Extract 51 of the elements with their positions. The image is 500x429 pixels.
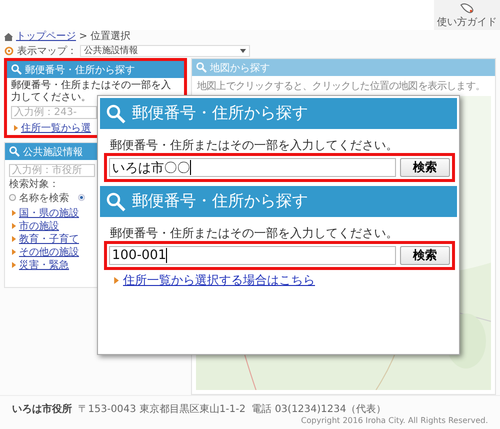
category-link[interactable]: 市の施設 (19, 218, 59, 232)
guide-button[interactable]: 使い方ガイド (434, 0, 500, 30)
breadcrumb-current: 位置選択 (90, 30, 130, 43)
arrow-bullet-icon (12, 262, 16, 268)
office-name: いろは市役所 (12, 402, 72, 416)
search-field[interactable]: 入力例：243- (11, 106, 97, 119)
address-list-link[interactable]: 住所一覧から選択する場合はこちら (123, 272, 315, 289)
office-phone: 電話 03(1234)1234（代表） (252, 402, 386, 416)
copyright-text: Copyright 2016 Iroha City. All Rights Reserved. (300, 416, 488, 424)
arrow-bullet-icon (12, 222, 16, 228)
search-icon (106, 192, 126, 212)
address-list-link[interactable]: 住所一覧から選 (21, 120, 91, 134)
category-link[interactable]: 国・県の施設 (19, 206, 79, 220)
radio-button[interactable] (78, 194, 85, 201)
search-target-label: 検索対象： (9, 179, 60, 191)
panel-title: 公共施設情報 (23, 146, 83, 158)
map-select-label: 表示マップ： (17, 44, 77, 58)
radio-label: 名称を検索 (19, 192, 69, 204)
mouse-icon (459, 2, 475, 14)
arrow-bullet-icon (12, 248, 16, 254)
search-button[interactable]: 検索 (400, 246, 450, 265)
breadcrumb-separator: > (79, 30, 88, 43)
office-address: 〒153-0043 東京都目黒区東山1-1-2 (78, 402, 246, 416)
search-icon (196, 62, 207, 73)
arrow-bullet-icon (14, 124, 18, 130)
instruction-text: 地図上でクリックすると、クリックした位置の地図を表示します。 (196, 80, 486, 94)
instruction-text: 郵便番号・住所またはその一部を入力してください。 (110, 137, 399, 153)
search-icon (9, 146, 20, 157)
instruction-text: 郵便番号・住所またはその一部を入力してください。 (110, 225, 399, 241)
category-link[interactable]: 災害・緊急 (19, 258, 69, 272)
home-icon (4, 32, 13, 40)
panel-title: 郵便番号・住所から探す (25, 64, 135, 76)
search-icon (11, 64, 22, 75)
search-button[interactable]: 検索 (400, 158, 450, 177)
radio-button[interactable] (9, 194, 16, 201)
map-select[interactable]: 公共施設情報 (80, 44, 250, 56)
search-field[interactable]: 100-001 (109, 246, 396, 265)
caret-icon (240, 48, 246, 52)
arrow-bullet-icon (12, 210, 16, 216)
search-icon (106, 104, 126, 124)
category-link[interactable]: その他の施設 (19, 244, 79, 258)
arrow-bullet-icon (12, 236, 16, 242)
panel-title: 地図から探す (210, 62, 270, 74)
panel-title: 郵便番号・住所から探す (132, 191, 308, 212)
panel-title: 郵便番号・住所から探す (132, 103, 308, 124)
search-field[interactable]: いろは市〇〇 (109, 158, 396, 177)
arrow-bullet-icon (114, 277, 119, 284)
map-icon (4, 46, 14, 56)
category-link[interactable]: 教育・子育て (19, 232, 79, 246)
breadcrumb-link[interactable]: トップページ (16, 30, 76, 43)
instruction-text: 郵便番号・住所またはその一部を入力してください。 (11, 80, 172, 104)
